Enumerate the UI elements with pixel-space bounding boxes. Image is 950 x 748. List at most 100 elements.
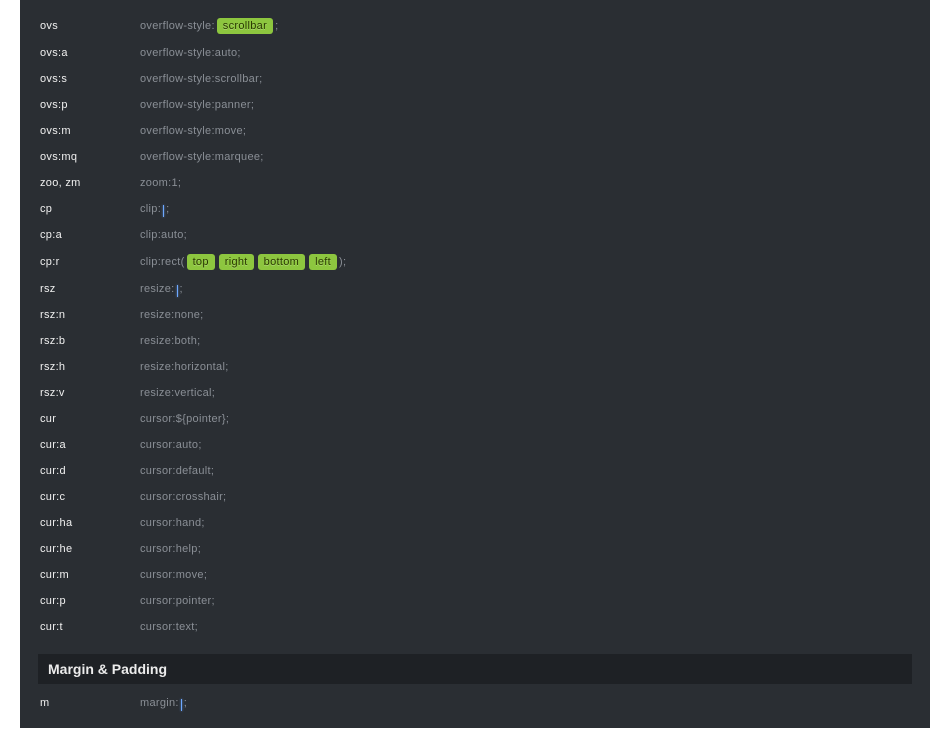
snippet-abbr: m (40, 696, 140, 710)
placeholder-chip: left (309, 254, 337, 270)
snippet-row: ovs:moverflow-style:move; (40, 118, 910, 144)
expansion-text: overflow-style: (140, 19, 215, 33)
expansion-text: margin: (140, 696, 179, 710)
cheatsheet-panel: ovsoverflow-style:scrollbar;ovs:aoverflo… (20, 0, 930, 728)
snippet-row: cur:acursor:auto; (40, 432, 910, 458)
snippet-abbr: cur:he (40, 542, 140, 556)
expansion-text: resize: (140, 282, 175, 296)
expansion-text: clip:auto; (140, 228, 187, 242)
snippet-expansion: clip:auto; (140, 228, 187, 242)
snippet-abbr: ovs:p (40, 98, 140, 112)
snippet-abbr: cp (40, 202, 140, 216)
snippet-expansion: cursor:move; (140, 568, 207, 582)
expansion-text: cursor:crosshair; (140, 490, 226, 504)
snippet-row: curcursor:${pointer}; (40, 406, 910, 432)
snippet-abbr: cp:a (40, 228, 140, 242)
snippet-expansion: resize:horizontal; (140, 360, 229, 374)
snippet-expansion: overflow-style:marquee; (140, 150, 264, 164)
snippet-abbr: ovs (40, 19, 140, 33)
expansion-text: overflow-style:marquee; (140, 150, 264, 164)
expansion-text: cursor:move; (140, 568, 207, 582)
snippet-abbr: cp:r (40, 255, 140, 269)
snippet-abbr: rsz:v (40, 386, 140, 400)
snippet-row: cur:mcursor:move; (40, 562, 910, 588)
snippet-row: ovs:soverflow-style:scrollbar; (40, 66, 910, 92)
snippet-row: cur:dcursor:default; (40, 458, 910, 484)
expansion-text: cursor:auto; (140, 438, 202, 452)
snippet-expansion: cursor:text; (140, 620, 198, 634)
snippet-abbr: cur (40, 412, 140, 426)
snippet-list: ovsoverflow-style:scrollbar;ovs:aoverflo… (40, 12, 910, 640)
snippet-expansion: resize:vertical; (140, 386, 215, 400)
caret-icon (163, 205, 164, 217)
snippet-expansion: overflow-style:scrollbar; (140, 18, 278, 34)
snippet-expansion: cursor:help; (140, 542, 201, 556)
expansion-text: ; (180, 282, 183, 296)
snippet-row: cp:rclip:rect(toprightbottomleft); (40, 248, 910, 276)
snippet-abbr: cur:ha (40, 516, 140, 530)
section-header-margin-padding: Margin & Padding (38, 654, 912, 684)
snippet-expansion: overflow-style:auto; (140, 46, 241, 60)
caret-icon (181, 699, 182, 711)
snippet-abbr: rsz:b (40, 334, 140, 348)
snippet-expansion: cursor:hand; (140, 516, 205, 530)
snippet-row: ovsoverflow-style:scrollbar; (40, 12, 910, 40)
expansion-text: overflow-style:move; (140, 124, 246, 138)
snippet-row: cur:hacursor:hand; (40, 510, 910, 536)
snippet-abbr: ovs:a (40, 46, 140, 60)
snippet-abbr: cur:c (40, 490, 140, 504)
placeholder-chip: bottom (258, 254, 305, 270)
expansion-text: overflow-style:auto; (140, 46, 241, 60)
expansion-text: ; (166, 202, 169, 216)
snippet-expansion: resize:; (140, 282, 183, 296)
snippet-expansion: zoom:1; (140, 176, 181, 190)
expansion-text: overflow-style:panner; (140, 98, 254, 112)
snippet-abbr: zoo, zm (40, 176, 140, 190)
snippet-expansion: overflow-style:scrollbar; (140, 72, 262, 86)
snippet-abbr: ovs:mq (40, 150, 140, 164)
snippet-row: rsz:vresize:vertical; (40, 380, 910, 406)
snippet-row: ovs:mqoverflow-style:marquee; (40, 144, 910, 170)
snippet-expansion: cursor:default; (140, 464, 214, 478)
expansion-text: cursor:${pointer}; (140, 412, 229, 426)
snippet-abbr: cur:t (40, 620, 140, 634)
caret-icon (177, 285, 178, 297)
snippet-expansion: cursor:pointer; (140, 594, 215, 608)
expansion-text: resize:vertical; (140, 386, 215, 400)
expansion-text: cursor:default; (140, 464, 214, 478)
expansion-text: ; (184, 696, 187, 710)
expansion-text: cursor:hand; (140, 516, 205, 530)
expansion-text: cursor:pointer; (140, 594, 215, 608)
expansion-text: cursor:text; (140, 620, 198, 634)
snippet-expansion: clip:; (140, 202, 169, 216)
snippet-row: rsz:bresize:both; (40, 328, 910, 354)
placeholder-chip: scrollbar (217, 18, 273, 34)
snippet-row: ovs:aoverflow-style:auto; (40, 40, 910, 66)
expansion-text: clip: (140, 202, 161, 216)
expansion-text: resize:horizontal; (140, 360, 229, 374)
expansion-text: resize:none; (140, 308, 204, 322)
expansion-text: ; (275, 19, 278, 33)
expansion-text: cursor:help; (140, 542, 201, 556)
expansion-text: overflow-style:scrollbar; (140, 72, 262, 86)
expansion-text: resize:both; (140, 334, 200, 348)
snippet-row: rsz:nresize:none; (40, 302, 910, 328)
expansion-text: zoom:1; (140, 176, 181, 190)
snippet-row: cur:tcursor:text; (40, 614, 910, 640)
snippet-row: rsz:hresize:horizontal; (40, 354, 910, 380)
snippet-row: cpclip:; (40, 196, 910, 222)
snippet-abbr: cur:d (40, 464, 140, 478)
section-title: Margin & Padding (48, 661, 167, 677)
snippet-expansion: margin:; (140, 696, 187, 710)
snippet-expansion: resize:both; (140, 334, 200, 348)
snippet-abbr: ovs:m (40, 124, 140, 138)
snippet-row: rszresize:; (40, 276, 910, 302)
snippet-expansion: resize:none; (140, 308, 204, 322)
snippet-row: ovs:poverflow-style:panner; (40, 92, 910, 118)
expansion-text: ); (339, 255, 346, 269)
placeholder-chip: right (219, 254, 254, 270)
snippet-abbr: rsz:n (40, 308, 140, 322)
snippet-expansion: clip:rect(toprightbottomleft); (140, 254, 346, 270)
snippet-row: cur:ccursor:crosshair; (40, 484, 910, 510)
snippet-abbr: cur:m (40, 568, 140, 582)
